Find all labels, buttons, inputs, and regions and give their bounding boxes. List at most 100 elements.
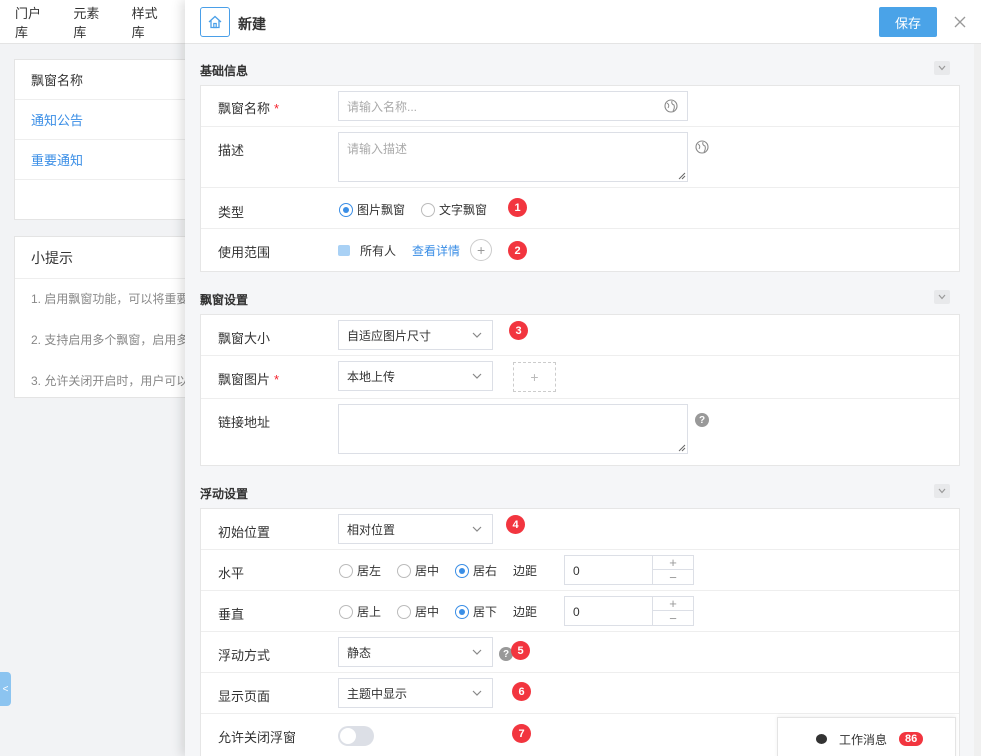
radio-align-center[interactable]: 居中: [397, 562, 439, 579]
globe-icon[interactable]: [664, 99, 678, 113]
radio-align-middle[interactable]: 居中: [397, 603, 439, 620]
collapse-basic-button[interactable]: [934, 61, 950, 75]
radio-align-left[interactable]: 居左: [339, 562, 381, 579]
name-input[interactable]: 请输入名称...: [338, 91, 688, 121]
float-mode-select[interactable]: 静态: [338, 637, 493, 667]
link-label: 链接地址: [218, 415, 271, 430]
close-icon: [954, 16, 966, 28]
horizontal-margin-value[interactable]: 0: [573, 564, 580, 578]
vertical-row: 垂直 居上 居中 居下 边距 0 + −: [201, 591, 959, 632]
tip-item: 2. 支持启用多个飘窗，启用多: [31, 333, 189, 347]
view-details-link[interactable]: 查看详情: [412, 242, 460, 259]
horizontal-margin-stepper[interactable]: 0 + −: [564, 555, 694, 585]
close-button[interactable]: [951, 12, 969, 32]
resize-handle-icon[interactable]: [678, 444, 686, 452]
table-header: 飘窗名称: [15, 60, 190, 100]
increment-button[interactable]: +: [653, 556, 693, 570]
desc-textarea[interactable]: 请输入描述: [338, 132, 688, 182]
nav-tab-elements[interactable]: 元素库: [73, 3, 107, 41]
collapse-window-button[interactable]: [934, 290, 950, 304]
vertical-margin-stepper[interactable]: 0 + −: [564, 596, 694, 626]
required-mark: *: [274, 101, 280, 116]
radio-circle[interactable]: [339, 563, 353, 578]
radio-circle[interactable]: [339, 202, 353, 217]
drawer-title: 新建: [238, 16, 266, 32]
step-badge: 5: [511, 641, 530, 660]
step-badge: 7: [512, 724, 531, 743]
vertical-label: 垂直: [218, 607, 245, 622]
name-label: 飘窗名称 *: [218, 101, 280, 116]
tips-title: 小提示: [15, 237, 190, 279]
radio-align-top[interactable]: 居上: [339, 603, 381, 620]
radio-circle[interactable]: [455, 563, 470, 578]
step-badge: 2: [508, 241, 527, 260]
margin-label: 边距: [513, 605, 538, 619]
increment-button[interactable]: +: [653, 597, 693, 611]
help-icon[interactable]: ?: [695, 413, 709, 427]
side-collapse-handle[interactable]: <: [0, 672, 11, 706]
scope-label: 使用范围: [218, 245, 271, 260]
name-row: 飘窗名称 * 请输入名称...: [201, 86, 959, 127]
save-button[interactable]: 保存: [879, 7, 937, 37]
section-title-basic: 基础信息: [200, 64, 249, 78]
radio-circle[interactable]: [339, 604, 353, 619]
float-mode-row: 浮动方式 静态 ? 5: [201, 632, 959, 673]
background-page: 门户库 元素库 样式库 飘窗名称 通知公告 重要通知 小提示 1. 启用飘窗功能…: [0, 0, 190, 756]
drawer-scrollbar[interactable]: [974, 44, 981, 756]
init-position-label: 初始位置: [218, 525, 271, 540]
scope-row: 使用范围 所有人 查看详情 + 2: [201, 229, 959, 272]
message-count-badge: 86: [899, 732, 924, 746]
add-scope-button[interactable]: +: [470, 239, 493, 261]
radio-circle[interactable]: [397, 563, 412, 578]
stepper-buttons: + −: [652, 556, 693, 584]
float-mode-value: 静态: [347, 645, 372, 660]
window-settings-card: 飘窗大小 自适应图片尺寸 3 飘窗图片 * 本地上传 + 链接地址 ?: [200, 314, 960, 466]
size-select[interactable]: 自适应图片尺寸: [338, 320, 493, 350]
radio-align-right[interactable]: 居右: [455, 562, 497, 579]
chevron-down-icon: [472, 332, 482, 338]
work-messages-widget[interactable]: 工作消息 86: [777, 717, 956, 756]
nav-tab-styles[interactable]: 样式库: [132, 3, 166, 41]
drawer-header: 新建 保存: [185, 0, 981, 44]
radio-circle[interactable]: [421, 202, 436, 217]
nav-tab-portal[interactable]: 门户库: [15, 3, 49, 41]
radio-text-window[interactable]: 文字飘窗: [421, 201, 487, 218]
init-position-row: 初始位置 相对位置 4: [201, 509, 959, 550]
basic-info-card: 飘窗名称 * 请输入名称... 描述 请输入描述 类型 图片飘窗 文字飘窗 1 使…: [200, 85, 960, 272]
desc-placeholder: 请输入描述: [347, 142, 408, 156]
resize-handle-icon[interactable]: [678, 172, 686, 180]
home-button[interactable]: [200, 7, 230, 37]
image-row: 飘窗图片 * 本地上传 +: [201, 356, 959, 399]
globe-icon[interactable]: [695, 140, 709, 154]
radio-image-window[interactable]: 图片飘窗: [339, 201, 405, 218]
horizontal-row: 水平 居左 居中 居右 边距 0 + −: [201, 550, 959, 591]
horizontal-radio-group: 居左 居中 居右 边距: [339, 562, 545, 579]
radio-circle[interactable]: [455, 604, 470, 619]
table-row[interactable]: 通知公告: [15, 100, 190, 140]
vertical-margin-value[interactable]: 0: [573, 605, 580, 619]
float-mode-label: 浮动方式: [218, 648, 271, 663]
chevron-down-icon: [472, 373, 482, 379]
work-messages-label: 工作消息: [839, 732, 888, 747]
decrement-button[interactable]: −: [653, 611, 693, 625]
image-source-select[interactable]: 本地上传: [338, 361, 493, 391]
tips-panel: 小提示 1. 启用飘窗功能，可以将重要 2. 支持启用多个飘窗，启用多 3. 允…: [14, 236, 190, 398]
init-position-select[interactable]: 相对位置: [338, 514, 493, 544]
collapse-float-button[interactable]: [934, 484, 950, 498]
top-nav: 门户库 元素库 样式库: [0, 0, 190, 44]
type-label: 类型: [218, 205, 245, 220]
type-row: 类型 图片飘窗 文字飘窗 1: [201, 188, 959, 229]
step-badge: 3: [509, 321, 528, 340]
allow-close-toggle[interactable]: [338, 726, 374, 746]
scope-value: 所有人 查看详情 +: [338, 239, 493, 261]
table-row[interactable]: 重要通知: [15, 140, 190, 180]
link-textarea[interactable]: [338, 404, 688, 454]
window-table: 飘窗名称 通知公告 重要通知: [14, 59, 190, 220]
display-page-select[interactable]: 主题中显示: [338, 678, 493, 708]
decrement-button[interactable]: −: [653, 570, 693, 584]
image-upload-button[interactable]: +: [513, 362, 556, 392]
radio-align-bottom[interactable]: 居下: [455, 603, 497, 620]
init-position-value: 相对位置: [347, 522, 396, 537]
radio-circle[interactable]: [397, 604, 412, 619]
chevron-down-icon: [472, 690, 482, 696]
